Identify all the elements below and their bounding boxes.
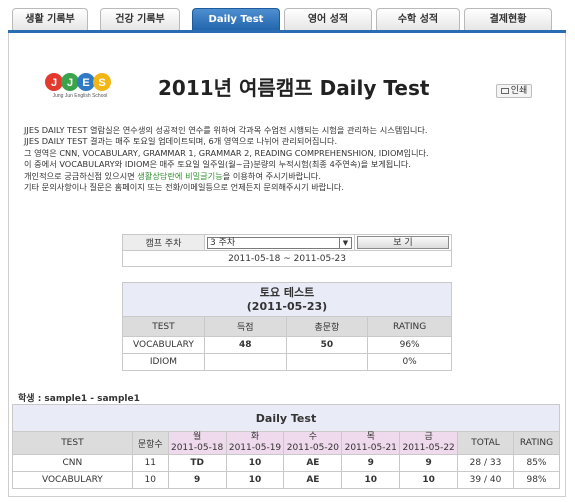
desc-line: JJES DAILY TEST 열람실은 연수생의 성공적인 연수를 위하여 각… — [24, 125, 428, 135]
print-label: 인쇄 — [510, 86, 528, 96]
week-label: 캠프 주차 — [122, 234, 205, 251]
table-row: IDIOM 0% — [122, 353, 452, 371]
day-date: 2011-05-18 — [170, 443, 224, 453]
cell-rating: 0% — [367, 353, 452, 371]
week-selector: 캠프 주차 3 주차 ▼ 보 기 2011-05-18 ~ 2011-05-23 — [122, 234, 452, 267]
desc-text: 을 이용하여 주시기바랍니다. — [222, 170, 321, 181]
daily-test-table: Daily Test TEST 문항수 월 2011-05-18 화 2011-05… — [12, 404, 561, 489]
column-header: 문항수 — [131, 431, 169, 455]
cell-test: IDIOM — [122, 353, 205, 371]
cell-test: VOCABULARY — [122, 336, 205, 354]
day-name: 목 — [366, 432, 375, 442]
day-header: 월 2011-05-18 — [167, 431, 227, 455]
tab-life-record[interactable]: 생활 기록부 — [12, 8, 88, 30]
cell-count: 10 — [131, 471, 169, 489]
cell-rating: 85% — [512, 454, 561, 472]
desc-line: 개인적으로 궁금하신점 있으시면 생활상담란에 비밀글기능을 이용하여 주시기바… — [24, 171, 554, 182]
saturday-test-header: 토요 테스트 (2011-05-23) — [122, 282, 452, 317]
counseling-link[interactable]: 생활상담란에 비밀글기능 — [137, 171, 222, 181]
desc-text: 개인적으로 궁금하신점 있으시면 — [24, 170, 138, 181]
svg-text:E: E — [82, 77, 89, 89]
desc-line: 기타 문의사항이나 질문은 홈페이지 또는 전화/이메일등으로 언제든지 문의해… — [24, 182, 344, 193]
cell-score — [203, 353, 287, 371]
tab-daily-test[interactable]: Daily Test — [192, 8, 280, 30]
week-select[interactable]: 3 주차 ▼ — [207, 236, 352, 249]
cell-count: 11 — [131, 454, 169, 472]
cell-day: 9 — [399, 454, 459, 472]
day-date: 2011-05-21 — [344, 443, 397, 453]
description-text: JJES DAILY TEST 열람실은 연수생의 성공적인 연수를 위하여 각… — [24, 125, 554, 193]
table-row: VOCABULARY 48 50 96% — [122, 336, 452, 354]
column-header: RATING — [367, 316, 452, 337]
cell-day: TD — [167, 454, 227, 472]
day-name: 금 — [424, 432, 433, 442]
saturday-test-date: (2011-05-23) — [246, 299, 328, 313]
table-row: CNN 11 TD 10 AE 9 9 28 / 33 85% — [12, 454, 561, 472]
tab-health-record[interactable]: 건강 기록부 — [100, 8, 180, 30]
column-header: 총문항 — [285, 316, 369, 337]
view-button-cell: 보 기 — [354, 234, 452, 251]
cell-total: 39 / 40 — [457, 471, 514, 489]
saturday-test-table: 토요 테스트 (2011-05-23) TEST 득점 총문항 RATING V… — [122, 282, 452, 371]
cell-rating: 98% — [512, 471, 561, 489]
desc-line: 이 중에서 VOCABULARY와 IDIOM은 매주 토요일 일주일(월~금)… — [24, 159, 411, 170]
cell-day: 10 — [399, 471, 459, 489]
day-header: 금 2011-05-22 — [399, 431, 459, 455]
cell-score: 48 — [203, 336, 287, 354]
cell-total: 50 — [285, 336, 369, 354]
day-name: 월 — [192, 432, 202, 442]
day-header: 목 2011-05-21 — [341, 431, 401, 455]
desc-line: 그 영역은 CNN, VOCABULARY, GRAMMAR 1, GRAMMA… — [24, 147, 429, 158]
column-header: TEST — [122, 316, 205, 337]
day-name: 수 — [308, 432, 318, 442]
cell-day: AE — [283, 454, 343, 472]
cell-day: AE — [283, 471, 343, 489]
tab-english-grades[interactable]: 영어 성적 — [284, 8, 372, 30]
desc-line: JJES DAILY TEST 결과는 매주 토요일 업데이트되며, 6개 영역… — [24, 136, 338, 147]
student-info: 학생 : sample1 - sample1 — [18, 394, 140, 404]
cell-day: 10 — [225, 454, 285, 472]
cell-test: VOCABULARY — [12, 471, 133, 489]
day-header: 화 2011-05-19 — [225, 431, 285, 455]
tab-math-grades[interactable]: 수학 성적 — [376, 8, 460, 30]
table-row: VOCABULARY 10 9 10 AE 10 10 39 / 40 98% — [12, 471, 561, 489]
cell-day: 9 — [167, 471, 227, 489]
column-header: RATING — [512, 431, 561, 455]
logo-caption: Jung Jun English School — [52, 93, 108, 99]
svg-text:J: J — [51, 77, 57, 89]
column-header: 득점 — [203, 316, 287, 337]
tab-payment-status[interactable]: 결제현황 — [464, 8, 552, 30]
tab-bar: 생활 기록부 건강 기록부 Daily Test 영어 성적 수학 성적 결제현… — [0, 8, 575, 32]
view-button[interactable]: 보 기 — [357, 236, 449, 249]
saturday-test-title: 토요 테스트 — [259, 285, 315, 299]
daily-test-title: Daily Test — [12, 404, 560, 432]
cell-day: 10 — [341, 471, 401, 489]
svg-text:J: J — [67, 77, 73, 89]
cell-rating: 96% — [367, 336, 452, 354]
cell-day: 9 — [341, 454, 401, 472]
day-date: 2011-05-19 — [228, 443, 282, 453]
cell-day: 10 — [225, 471, 285, 489]
svg-text:S: S — [98, 77, 105, 89]
day-date: 2011-05-22 — [402, 443, 455, 453]
week-select-cell: 3 주차 ▼ — [204, 234, 355, 251]
printer-icon — [500, 87, 509, 94]
chevron-down-icon[interactable]: ▼ — [339, 237, 351, 248]
day-name: 화 — [250, 432, 260, 442]
column-header: TOTAL — [457, 431, 514, 455]
cell-total: 28 / 33 — [457, 454, 514, 472]
day-header: 수 2011-05-20 — [283, 431, 343, 455]
page-title: 2011년 여름캠프 Daily Test — [158, 76, 430, 100]
cell-total — [285, 353, 369, 371]
cell-test: CNN — [12, 454, 133, 472]
column-header: TEST — [12, 431, 133, 455]
print-button[interactable]: 인쇄 — [496, 84, 532, 98]
date-range: 2011-05-18 ~ 2011-05-23 — [122, 250, 452, 267]
week-select-value: 3 주차 — [210, 237, 236, 248]
day-date: 2011-05-20 — [286, 443, 340, 453]
